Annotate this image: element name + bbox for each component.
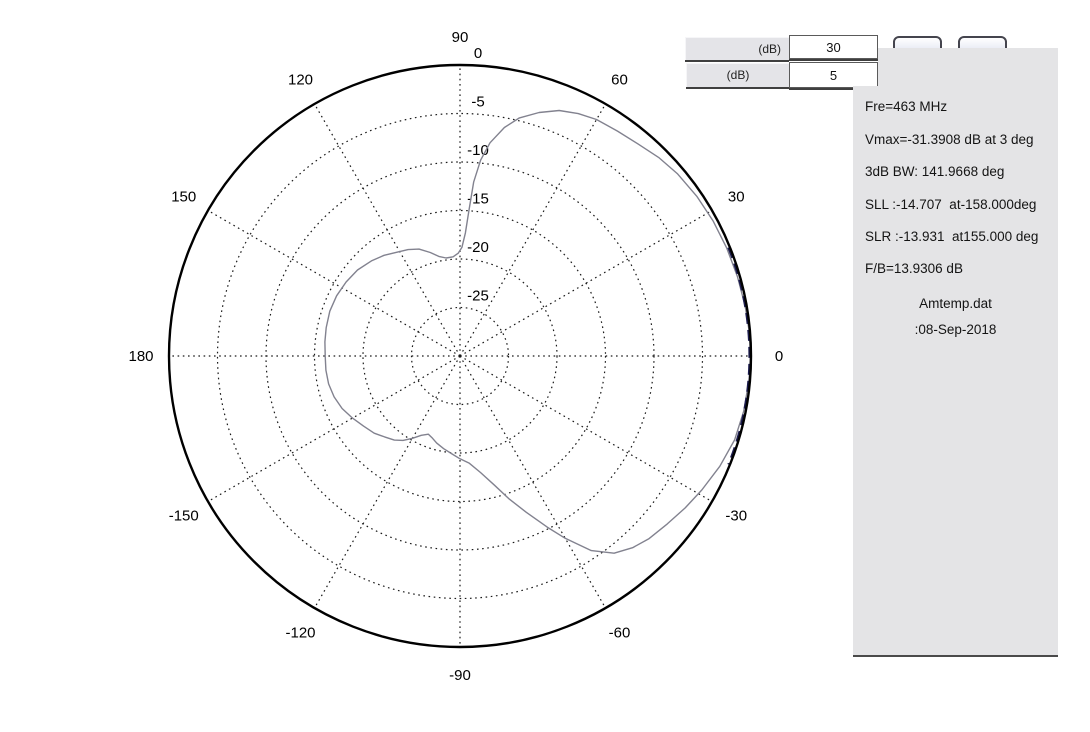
grid-spoke--30 xyxy=(460,356,712,502)
db-step-label-text: (dB) xyxy=(687,64,789,87)
angle-label-90: 90 xyxy=(452,29,469,46)
stat-frequency: Fre=463 MHz xyxy=(865,99,947,114)
angle-label--30: -30 xyxy=(725,508,747,525)
db-step-label: (dB) xyxy=(686,63,789,87)
stat-3db-bw: 3dB BW: 141.9668 deg xyxy=(865,164,1004,179)
db-step-input[interactable] xyxy=(789,62,878,88)
radial-label--5: -5 xyxy=(471,94,484,111)
angle-label-60: 60 xyxy=(611,72,628,89)
angle-label-120: 120 xyxy=(288,72,313,89)
app-window: 0306090120150180-150-120-90-60-300-5-10-… xyxy=(0,0,1090,732)
angle-label-150: 150 xyxy=(171,189,196,206)
results-panel: Fre=463 MHz Vmax=-31.3908 dB at 3 deg 3d… xyxy=(853,86,1058,657)
results-panel-strip xyxy=(878,48,1058,87)
angle-label--120: -120 xyxy=(285,624,315,641)
stat-slr: SLR :-13.931 at155.000 deg xyxy=(865,229,1038,244)
file-name: Amtemp.dat xyxy=(853,296,1058,311)
stat-sll: SLL :-14.707 at-158.000deg xyxy=(865,197,1036,212)
db-range-label: (dB) xyxy=(685,37,789,60)
pattern-curve xyxy=(325,111,751,554)
db-range-label-text: (dB) xyxy=(686,38,789,60)
grid-spoke-150 xyxy=(208,211,460,357)
stat-vmax: Vmax=-31.3908 dB at 3 deg xyxy=(865,132,1034,147)
angle-label--150: -150 xyxy=(169,508,199,525)
radial-label--25: -25 xyxy=(467,288,489,305)
radial-label--20: -20 xyxy=(467,239,489,256)
angle-label-180: 180 xyxy=(128,348,153,365)
angle-label--90: -90 xyxy=(449,667,471,684)
angle-label-0: 0 xyxy=(775,348,783,365)
grid-spoke--120 xyxy=(315,356,461,608)
file-date: :08-Sep-2018 xyxy=(853,322,1058,337)
angle-label--60: -60 xyxy=(609,624,631,641)
radial-label-0: 0 xyxy=(474,45,482,62)
stat-front-to-back: F/B=13.9306 dB xyxy=(865,261,963,276)
angle-label-30: 30 xyxy=(728,189,745,206)
db-range-input[interactable] xyxy=(789,35,878,59)
